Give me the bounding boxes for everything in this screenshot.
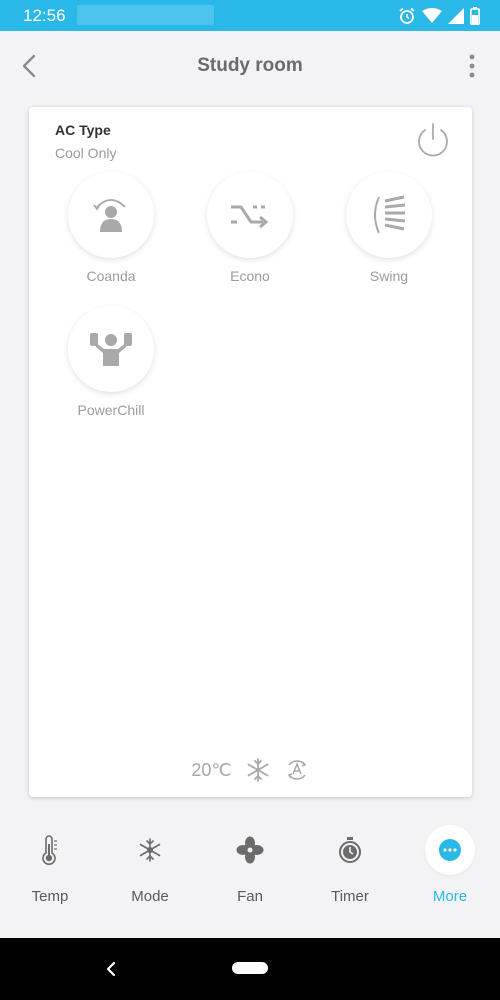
nav-mode[interactable]: Mode: [100, 820, 200, 920]
more-icon-circle: [425, 825, 475, 875]
system-back-icon: [106, 961, 116, 977]
nav-temp-label: Temp: [31, 888, 69, 905]
swing-label: Swing: [369, 268, 409, 284]
app-bar: Study room: [0, 31, 500, 101]
vertical-dots-icon: [469, 54, 475, 78]
nav-fan[interactable]: Fan: [200, 820, 300, 920]
power-button[interactable]: [414, 121, 452, 159]
system-navigation-bar: [0, 938, 500, 1000]
coanda-circle: [68, 172, 154, 258]
snowflake-icon: [247, 758, 269, 782]
coanda-label: Coanda: [86, 268, 136, 284]
ac-type-value: Cool Only: [55, 145, 117, 161]
econo-button[interactable]: Econo: [195, 172, 305, 284]
alarm-icon: [399, 7, 415, 24]
econo-label: Econo: [230, 268, 270, 284]
swing-circle: [346, 172, 432, 258]
nav-mode-label: Mode: [131, 888, 169, 905]
notification-placeholder: [77, 5, 214, 25]
nav-more-label: More: [432, 888, 468, 905]
status-bar: 12:56: [0, 0, 500, 31]
nav-timer[interactable]: Timer: [300, 820, 400, 920]
wifi-icon: [422, 8, 442, 23]
fan-icon: [236, 836, 264, 864]
swing-button[interactable]: Swing: [334, 172, 444, 284]
powerchill-label: PowerChill: [77, 402, 145, 418]
ac-type-label: AC Type: [55, 122, 111, 138]
status-icons: [398, 6, 480, 26]
signal-icon: [448, 8, 464, 24]
mode-icon: [139, 838, 161, 862]
powerchill-button[interactable]: PowerChill: [56, 306, 166, 418]
swing-icon: [374, 195, 406, 234]
system-home-pill[interactable]: [232, 962, 268, 974]
bottom-nav: Temp Mode Fan Timer More: [0, 820, 500, 920]
powerchill-icon: [90, 333, 132, 366]
page-title: Study room: [197, 55, 303, 76]
nav-timer-label: Timer: [331, 888, 369, 905]
ac-control-card: AC Type Cool Only Coanda Econo Swing Pow…: [29, 107, 472, 797]
timer-icon: [339, 837, 361, 863]
nav-fan-label: Fan: [237, 888, 263, 905]
ac-status-row: 20℃: [29, 757, 472, 783]
status-time: 12:56: [23, 6, 66, 25]
power-icon: [418, 123, 448, 157]
nav-more[interactable]: More: [400, 820, 500, 920]
system-back-button[interactable]: [100, 956, 122, 982]
more-icon: [439, 839, 461, 861]
current-temperature: 20℃: [191, 759, 232, 780]
overflow-menu-button[interactable]: [460, 51, 484, 81]
econo-circle: [207, 172, 293, 258]
coanda-icon: [93, 199, 126, 232]
powerchill-circle: [68, 306, 154, 392]
auto-fan-icon: [287, 760, 306, 780]
nav-temp[interactable]: Temp: [0, 820, 100, 920]
battery-icon: [470, 7, 480, 25]
thermometer-icon: [42, 835, 57, 865]
econo-icon: [231, 205, 269, 229]
coanda-button[interactable]: Coanda: [56, 172, 166, 284]
